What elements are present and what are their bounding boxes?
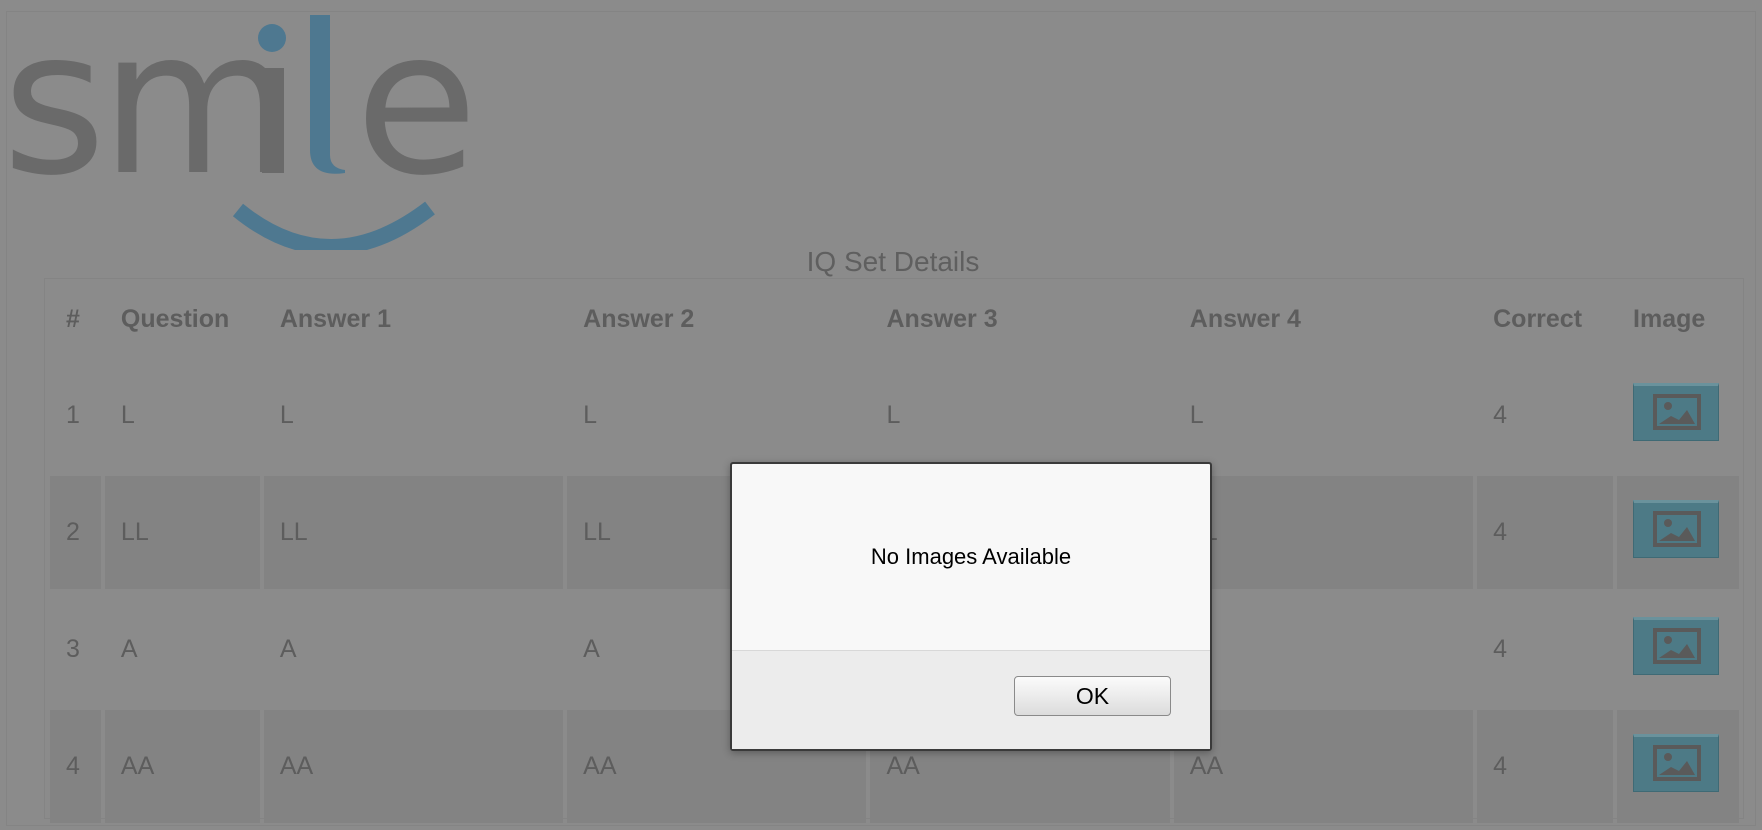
column-header: # (66, 304, 80, 333)
svg-text:e: e (355, 10, 478, 220)
image-icon (1653, 394, 1702, 430)
column-header: Image (1633, 304, 1706, 333)
row-number: 4 (50, 710, 101, 823)
page-title: IQ Set Details (806, 246, 980, 277)
view-image-button[interactable] (1633, 734, 1720, 792)
correct-cell: 4 (1477, 476, 1614, 589)
image-icon (1653, 511, 1702, 547)
answer-1-cell: A (279, 635, 297, 663)
question-cell: L (120, 401, 135, 429)
dialog-footer: OK (732, 650, 1210, 749)
image-cell (1617, 593, 1739, 706)
answer-1-cell: AA (263, 710, 564, 823)
question-cell: AA (104, 710, 260, 823)
question-cell: LL (104, 476, 260, 589)
image-cell (1617, 359, 1739, 472)
ok-button[interactable]: OK (1014, 676, 1171, 716)
view-image-button[interactable] (1633, 500, 1720, 558)
correct-cell: 4 (1493, 401, 1508, 429)
svg-text:sm: sm (2, 10, 289, 220)
smile-logo: sm e (2, 10, 478, 250)
column-header: Answer 4 (1189, 304, 1301, 333)
image-icon (1653, 628, 1702, 664)
image-icon (1653, 745, 1702, 781)
column-header: Answer 2 (583, 304, 695, 333)
answer-4-cell: LL (1173, 476, 1474, 589)
row-number: 2 (50, 476, 101, 589)
alert-dialog: No Images Available OK (730, 462, 1212, 751)
answer-1-cell: L (279, 401, 294, 429)
answer-3-cell: L (886, 401, 901, 429)
row-number: 3 (66, 635, 80, 663)
column-header: Answer 3 (886, 304, 998, 333)
dialog-message: No Images Available (870, 544, 1072, 569)
image-cell (1617, 476, 1739, 589)
column-header: Correct (1493, 304, 1583, 333)
table-header-row: # Question Answer 1 Answer 2 Answer 3 An… (50, 283, 1739, 355)
view-image-button[interactable] (1633, 617, 1720, 675)
correct-cell: 4 (1477, 710, 1614, 823)
view-image-button[interactable] (1633, 383, 1720, 441)
table-row: 1 L L L L L 4 (50, 359, 1739, 472)
image-cell (1617, 710, 1739, 823)
row-number: 1 (66, 401, 80, 429)
correct-cell: 4 (1493, 635, 1508, 663)
answer-1-cell: LL (263, 476, 564, 589)
column-header: Question (120, 304, 230, 333)
answer-4-cell: A (1174, 593, 1473, 706)
column-header: Answer 1 (279, 304, 391, 333)
answer-4-cell: AA (1173, 710, 1474, 823)
answer-4-cell: L (1189, 401, 1204, 429)
question-cell: A (120, 635, 138, 663)
answer-2-cell: L (583, 401, 598, 429)
